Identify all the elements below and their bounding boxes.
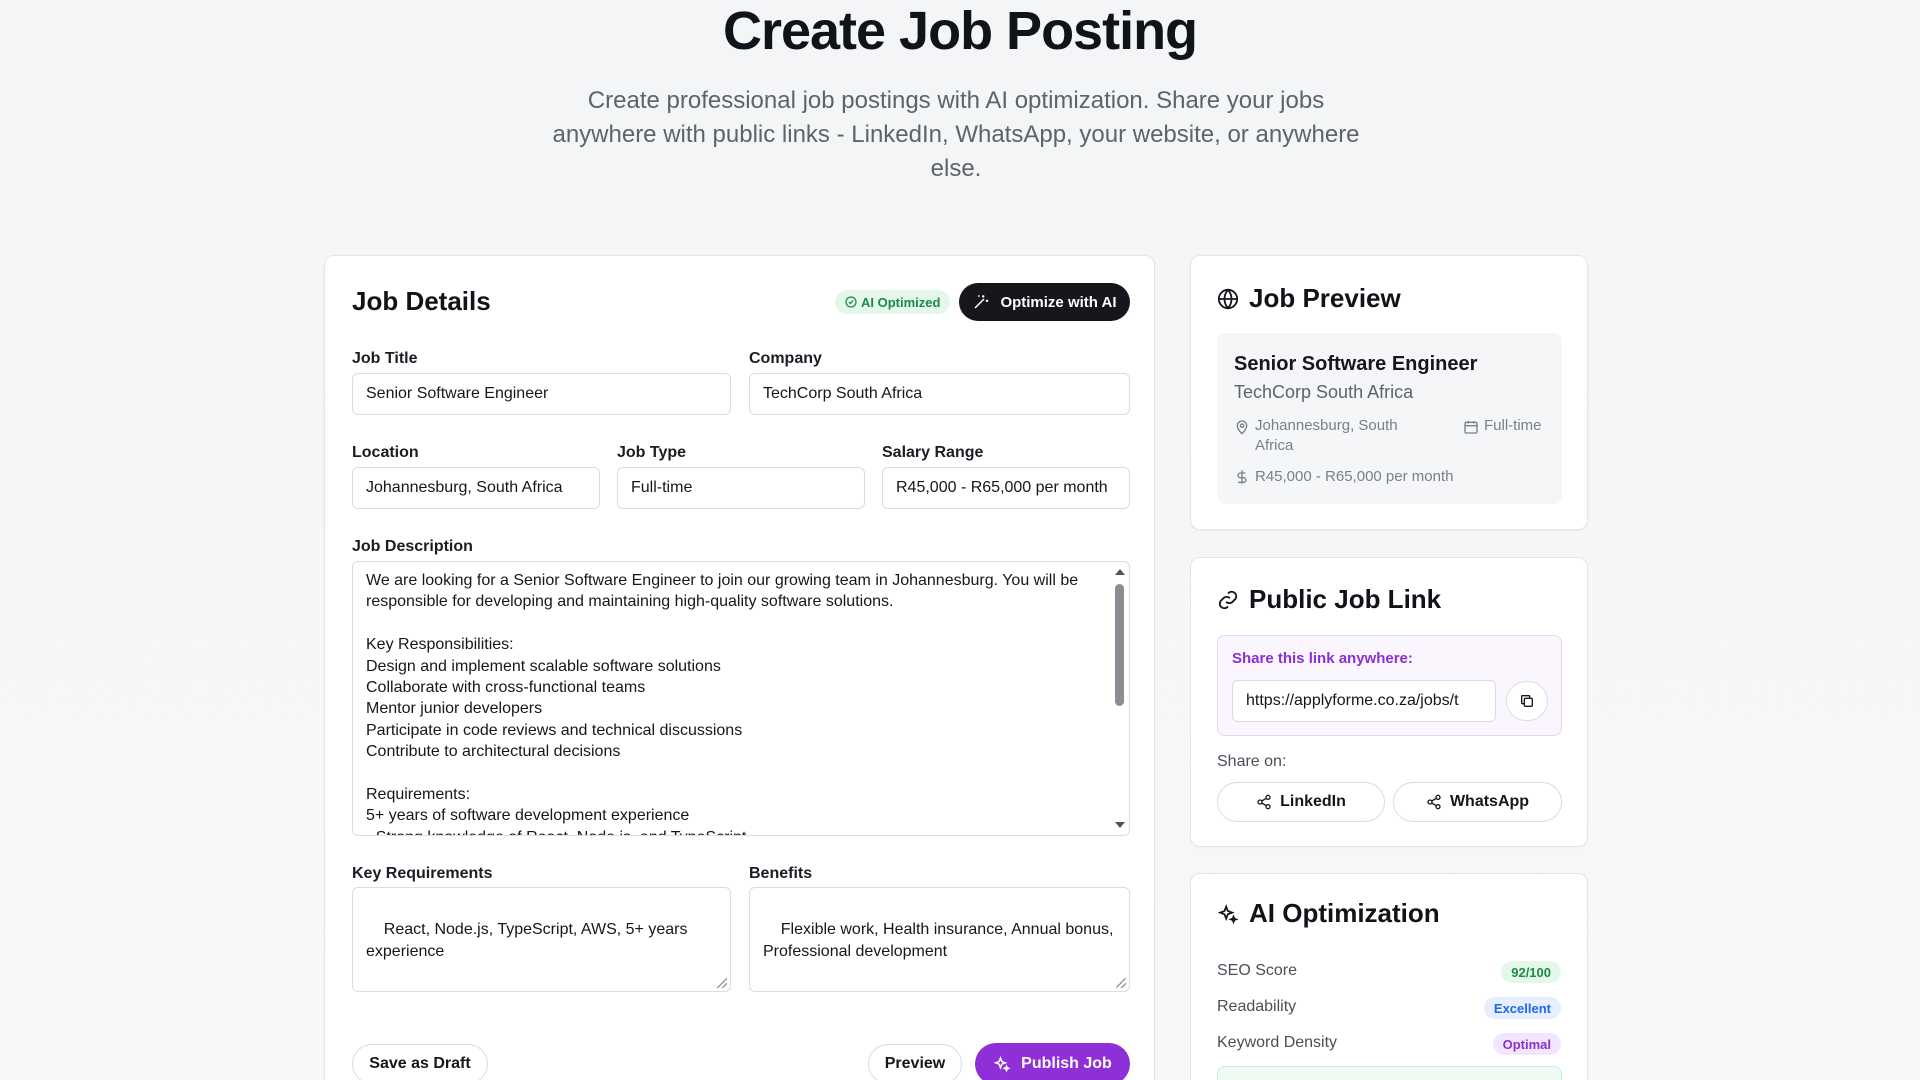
company-label: Company xyxy=(749,350,822,367)
job-preview-title: Job Preview xyxy=(1249,283,1401,313)
share-icon xyxy=(1257,794,1271,810)
resize-handle-icon[interactable] xyxy=(717,978,727,988)
location-label: Location xyxy=(352,444,419,461)
map-pin-icon xyxy=(1236,420,1248,435)
share-whatsapp-button[interactable]: WhatsApp xyxy=(1393,782,1562,822)
seo-score-badge: 92/100 xyxy=(1501,961,1561,983)
preview-job-type: Full-time xyxy=(1463,416,1553,436)
job-title-input[interactable]: Senior Software Engineer xyxy=(352,373,731,415)
public-url-input[interactable]: https://applyforme.co.za/jobs/t xyxy=(1232,680,1496,722)
preview-location: Johannesburg, South Africa xyxy=(1234,416,1424,456)
preview-job-title: Senior Software Engineer xyxy=(1234,353,1478,375)
benefits-label: Benefits xyxy=(749,865,813,882)
scroll-thumb[interactable] xyxy=(1115,584,1124,706)
job-preview-header: Job Preview xyxy=(1217,283,1401,314)
page-subtitle: Create professional job postings with AI… xyxy=(552,87,1360,182)
copy-link-button[interactable] xyxy=(1506,681,1548,721)
ai-optimization-header: AI Optimization xyxy=(1217,898,1440,929)
ai-optimized-label: AI Optimized xyxy=(861,294,941,310)
resize-handle-icon[interactable] xyxy=(1116,978,1126,988)
job-type-label: Job Type xyxy=(617,444,687,461)
benefits-textarea[interactable]: Flexible work, Health insurance, Annual … xyxy=(749,887,1130,992)
key-requirements-textarea[interactable]: React, Node.js, TypeScript, AWS, 5+ year… xyxy=(352,887,731,992)
calendar-icon xyxy=(1464,421,1478,434)
job-description-textarea[interactable]: We are looking for a Senior Software Eng… xyxy=(352,561,1130,836)
preview-button[interactable]: Preview xyxy=(868,1044,962,1080)
preview-salary-text: R45,000 - R65,000 per month xyxy=(1255,468,1454,485)
share-link-box: Share this link anywhere: https://applyf… xyxy=(1217,635,1562,736)
public-job-link-card: Public Job Link Share this link anywhere… xyxy=(1190,557,1588,847)
ai-optimized-badge: AI Optimized xyxy=(835,290,951,314)
save-as-draft-button[interactable]: Save as Draft xyxy=(352,1044,488,1080)
ai-optimization-card: AI Optimization SEO Score 92/100 Readabi… xyxy=(1190,873,1588,1080)
sparkles-icon xyxy=(1217,903,1239,924)
share-on-label: Share on: xyxy=(1217,753,1287,770)
ai-optimization-title: AI Optimization xyxy=(1249,898,1440,928)
copy-icon xyxy=(1521,695,1533,707)
link-icon xyxy=(1218,590,1238,609)
keyword-density-label: Keyword Density xyxy=(1217,1034,1338,1051)
share-linkedin-button[interactable]: LinkedIn xyxy=(1217,782,1385,822)
preview-label: Preview xyxy=(884,1055,946,1072)
preview-location-text: Johannesburg, South Africa xyxy=(1255,417,1398,454)
check-circle-icon xyxy=(845,296,857,308)
dollar-icon xyxy=(1237,470,1247,484)
key-requirements-text: React, Node.js, TypeScript, AWS, 5+ year… xyxy=(366,921,692,960)
share-icon xyxy=(1427,794,1441,810)
preview-company: TechCorp South Africa xyxy=(1234,382,1414,402)
preview-job-type-text: Full-time xyxy=(1484,417,1542,434)
whatsapp-label: WhatsApp xyxy=(1449,793,1530,810)
job-preview-box: Senior Software Engineer TechCorp South … xyxy=(1217,333,1562,504)
job-details-card: Job Details AI Optimized Optimize with A… xyxy=(324,255,1155,1080)
optimize-with-ai-button[interactable]: Optimize with AI xyxy=(959,283,1130,321)
readability-label: Readability xyxy=(1217,998,1297,1015)
description-scrollbar[interactable] xyxy=(1111,562,1129,835)
benefits-text: Flexible work, Health insurance, Annual … xyxy=(763,921,1118,960)
share-link-label: Share this link anywhere: xyxy=(1232,650,1413,667)
key-requirements-label: Key Requirements xyxy=(352,865,493,882)
readability-badge: Excellent xyxy=(1483,997,1561,1019)
job-details-title: Job Details xyxy=(352,286,491,316)
sparkles-icon xyxy=(993,1055,1011,1073)
keyword-density-badge: Optimal xyxy=(1492,1033,1561,1055)
job-title-label: Job Title xyxy=(352,350,418,367)
job-type-select[interactable]: Full-time xyxy=(617,467,865,509)
scroll-down-arrow-icon[interactable] xyxy=(1115,822,1125,828)
optimize-with-ai-label: Optimize with AI xyxy=(1000,293,1117,311)
public-link-header: Public Job Link xyxy=(1217,584,1441,615)
magic-wand-icon xyxy=(974,295,989,309)
linkedin-label: LinkedIn xyxy=(1280,793,1346,810)
salary-range-label: Salary Range xyxy=(882,444,984,461)
page-title: Create Job Posting xyxy=(722,1,1198,61)
publish-job-button[interactable]: Publish Job xyxy=(975,1043,1130,1080)
job-description-text: We are looking for a Senior Software Eng… xyxy=(366,572,1079,835)
seo-score-label: SEO Score xyxy=(1217,962,1298,979)
salary-range-input[interactable]: R45,000 - R65,000 per month xyxy=(882,467,1130,509)
job-description-label: Job Description xyxy=(352,538,473,555)
globe-icon xyxy=(1217,287,1239,310)
save-as-draft-label: Save as Draft xyxy=(369,1055,471,1072)
job-preview-card: Job Preview Senior Software Engineer Tec… xyxy=(1190,255,1588,530)
public-link-title: Public Job Link xyxy=(1249,584,1442,614)
preview-salary: R45,000 - R65,000 per month xyxy=(1234,467,1453,487)
location-input[interactable]: Johannesburg, South Africa xyxy=(352,467,600,509)
scroll-up-arrow-icon[interactable] xyxy=(1115,569,1125,575)
company-input[interactable]: TechCorp South Africa xyxy=(749,373,1130,415)
publish-job-label: Publish Job xyxy=(1021,1055,1112,1072)
optimization-status-panel xyxy=(1217,1066,1562,1080)
